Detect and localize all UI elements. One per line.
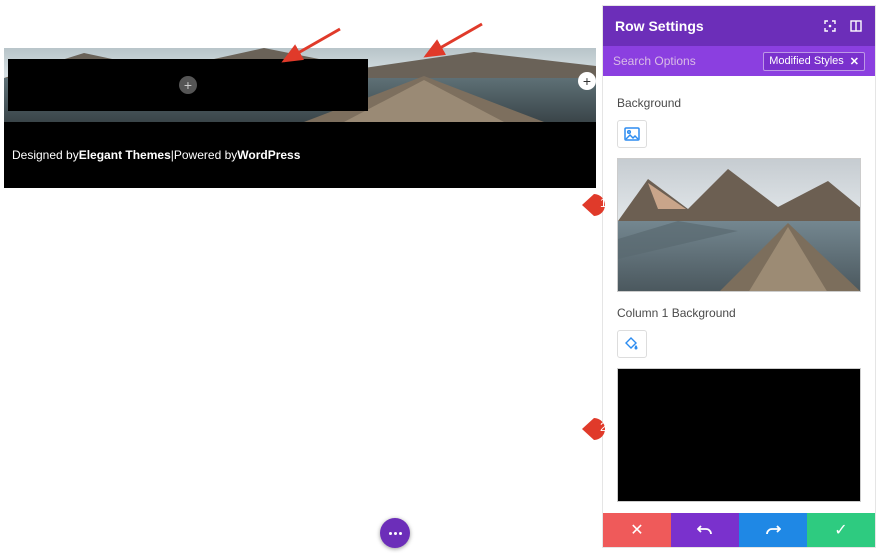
col1-background-type-color[interactable] <box>617 330 647 358</box>
panel-body: Background Column 1 Background <box>603 76 875 513</box>
check-icon: ✓ <box>834 520 847 540</box>
redo-button[interactable] <box>739 513 807 547</box>
footer-link-theme[interactable]: Elegant Themes <box>79 148 171 162</box>
annotation-marker: 1 <box>582 192 614 218</box>
dot-icon <box>394 532 397 535</box>
page-fab-button[interactable] <box>380 518 410 548</box>
preview-image <box>618 159 861 292</box>
annotation-arrow <box>420 22 490 56</box>
annotation-marker: 2 <box>582 416 614 442</box>
undo-icon <box>697 523 713 537</box>
marker-number: 2 <box>600 420 607 434</box>
plus-icon: + <box>583 73 591 89</box>
page-preview: + + Designed by Elegant Themes | Powered… <box>4 48 596 188</box>
col1-background-preview[interactable] <box>617 368 861 502</box>
footer-link-wp[interactable]: WordPress <box>237 148 300 162</box>
dot-icon <box>389 532 392 535</box>
close-icon[interactable]: ✕ <box>850 55 859 68</box>
panel-actions: ✕ ✓ <box>603 513 875 547</box>
section-label-col1: Column 1 Background <box>617 306 861 320</box>
footer-text-powered: Powered by <box>174 148 237 162</box>
column-2-add[interactable]: + <box>578 72 596 90</box>
search-input[interactable]: Search Options <box>613 54 763 68</box>
close-icon: ✕ <box>630 520 643 540</box>
confirm-button[interactable]: ✓ <box>807 513 875 547</box>
background-preview[interactable] <box>617 158 861 292</box>
image-icon <box>624 127 640 141</box>
marker-number: 1 <box>600 196 607 210</box>
search-row[interactable]: Search Options Modified Styles ✕ <box>603 46 875 76</box>
chip-label: Modified Styles <box>769 55 844 67</box>
dot-icon <box>399 532 402 535</box>
panel-header[interactable]: Row Settings <box>603 6 875 46</box>
undo-button[interactable] <box>671 513 739 547</box>
section-label-background: Background <box>617 96 861 110</box>
plus-icon: + <box>184 78 192 92</box>
footer-text-designed: Designed by <box>12 148 79 162</box>
add-module-button[interactable]: + <box>179 76 197 94</box>
annotation-arrow <box>278 27 348 61</box>
expand-icon[interactable] <box>849 19 863 33</box>
filter-chip-modified[interactable]: Modified Styles ✕ <box>763 52 865 71</box>
focus-icon[interactable] <box>823 19 837 33</box>
paint-bucket-icon <box>625 337 639 351</box>
background-type-image[interactable] <box>617 120 647 148</box>
cancel-button[interactable]: ✕ <box>603 513 671 547</box>
panel-title: Row Settings <box>615 18 823 34</box>
settings-panel: Row Settings Search Options Modified Sty… <box>602 5 876 548</box>
page-footer: Designed by Elegant Themes | Powered by … <box>4 122 596 188</box>
redo-icon <box>765 523 781 537</box>
